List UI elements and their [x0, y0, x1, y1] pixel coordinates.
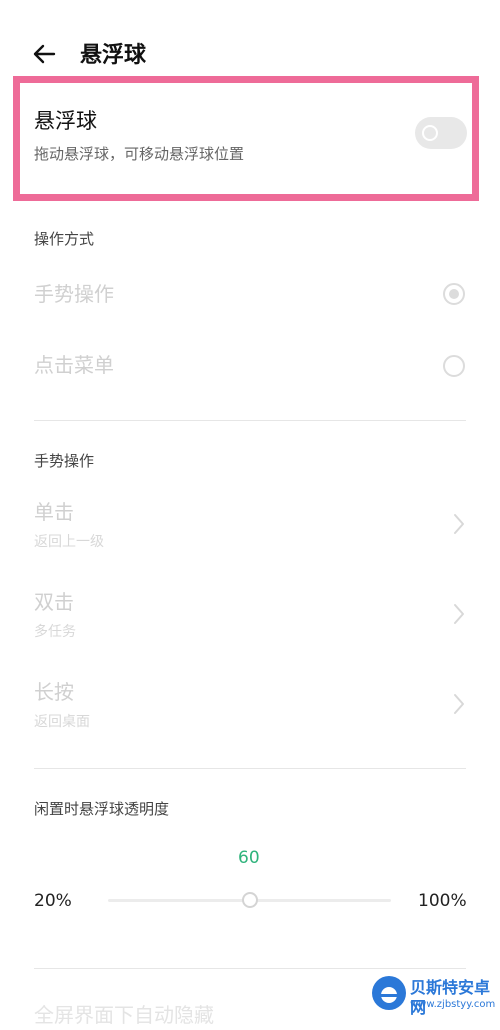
page-title: 悬浮球: [80, 43, 147, 68]
radio-tap-menu[interactable]: [443, 355, 465, 377]
option-tap-menu-label[interactable]: 点击菜单: [34, 350, 114, 380]
option-gesture-label[interactable]: 手势操作: [34, 279, 114, 309]
chevron-right-icon[interactable]: [452, 602, 466, 626]
toggle-knob: [422, 125, 438, 141]
arrow-left-icon[interactable]: [28, 38, 60, 70]
gesture-long-press-label[interactable]: 长按: [34, 677, 74, 707]
slider-thumb[interactable]: [241, 892, 258, 908]
gesture-double-tap-label[interactable]: 双击: [34, 587, 74, 617]
section-heading-opacity: 闲置时悬浮球透明度: [34, 800, 170, 818]
divider: [34, 768, 466, 769]
gesture-single-tap-value: 返回上一级: [34, 534, 104, 550]
radio-selected-dot: [449, 289, 459, 299]
watermark-android-icon: [381, 987, 397, 1003]
highlight-frame: [13, 76, 479, 201]
divider: [34, 420, 466, 421]
gesture-single-tap-label[interactable]: 单击: [34, 497, 74, 527]
watermark-url: www.zjbstyy.com: [410, 999, 496, 1010]
divider: [34, 968, 466, 969]
floating-ball-title: 悬浮球: [34, 109, 97, 133]
chevron-right-icon[interactable]: [452, 692, 466, 716]
auto-hide-fullscreen-label[interactable]: 全屏界面下自动隐藏: [34, 1000, 214, 1030]
gesture-double-tap-value: 多任务: [34, 624, 76, 640]
floating-ball-toggle[interactable]: [415, 117, 467, 149]
section-heading-operation-mode: 操作方式: [34, 230, 95, 248]
chevron-right-icon[interactable]: [452, 512, 466, 536]
watermark-logo-icon: [372, 976, 406, 1010]
gesture-long-press-value: 返回桌面: [34, 714, 90, 730]
section-heading-gesture-ops: 手势操作: [34, 452, 95, 470]
slider-min-label: 20%: [34, 891, 72, 911]
floating-ball-subtitle: 拖动悬浮球，可移动悬浮球位置: [34, 145, 245, 163]
slider-value: 60: [238, 848, 260, 868]
slider-max-label: 100%: [418, 891, 467, 911]
radio-gesture[interactable]: [443, 283, 465, 305]
